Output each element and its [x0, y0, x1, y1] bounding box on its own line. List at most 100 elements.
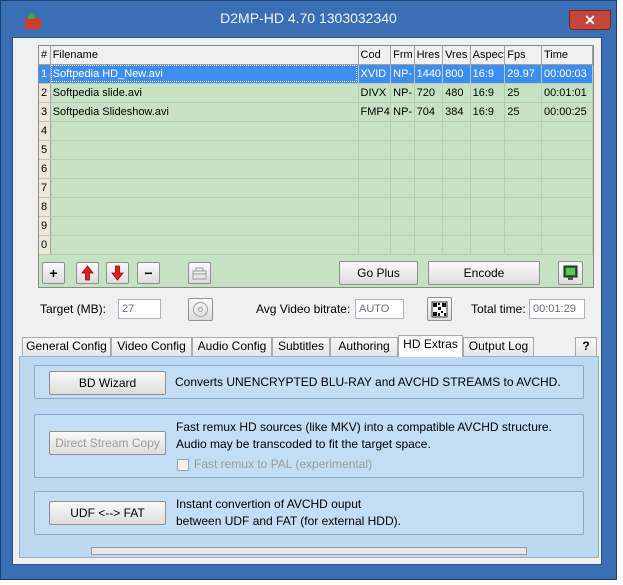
column-header[interactable]: Frm: [390, 46, 415, 65]
table-cell: [470, 159, 506, 179]
direct-stream-copy-button[interactable]: Direct Stream Copy: [49, 431, 166, 455]
table-cell: 00:00:03: [541, 64, 593, 84]
table-cell: [541, 178, 593, 198]
udf-fat-button[interactable]: UDF <--> FAT: [49, 501, 166, 525]
table-cell: 16:9: [470, 102, 506, 122]
table-cell: [390, 216, 415, 236]
table-cell: [442, 216, 471, 236]
table-cell: [390, 178, 415, 198]
table-row[interactable]: 3 Softpedia Slideshow.avi FMP4 NP- 704 384 16:…: [39, 102, 593, 122]
table-cell: [504, 197, 542, 217]
table-row[interactable]: 0: [39, 235, 593, 255]
udf-fat-description-2: between UDF and FAT (for external HDD).: [176, 514, 401, 528]
close-button[interactable]: ✕: [569, 10, 611, 30]
tab-bar: General Config Video Config Audio Config…: [19, 335, 599, 357]
file-list-grid[interactable]: # Filename Cod Frm Hres Vres Aspect Fps …: [38, 45, 594, 288]
tab-authoring[interactable]: Authoring: [330, 337, 398, 356]
table-cell: [470, 235, 506, 255]
row-number-cell: 2: [39, 83, 51, 103]
table-row[interactable]: 9: [39, 216, 593, 236]
disc-button[interactable]: [188, 298, 213, 321]
table-cell: Softpedia HD_New.avi: [50, 64, 359, 84]
table-cell: [50, 121, 359, 141]
table-cell: [414, 140, 444, 160]
arrow-up-icon: [81, 265, 94, 281]
monitor-button[interactable]: [558, 261, 583, 285]
table-row[interactable]: 1 Softpedia HD_New.avi XVID NP- 1440 800 16:9 2…: [39, 64, 593, 84]
encode-button[interactable]: Encode: [428, 261, 540, 285]
move-up-button[interactable]: [76, 262, 99, 284]
column-header[interactable]: Aspect: [470, 46, 506, 65]
file-rows: 1 Softpedia HD_New.avi XVID NP- 1440 800 16:9 2…: [39, 64, 593, 255]
title-bar[interactable]: D2MP-HD 4.70 1303032340 ✕: [1, 1, 616, 35]
target-size-input[interactable]: 27: [118, 299, 161, 319]
table-row[interactable]: 7: [39, 178, 593, 198]
move-down-button[interactable]: [106, 262, 129, 284]
arrow-down-icon: [111, 265, 124, 281]
add-file-button[interactable]: +: [42, 262, 65, 284]
disc-icon: [193, 302, 208, 317]
direct-stream-group: Direct Stream Copy Fast remux HD sources…: [34, 414, 584, 478]
table-cell: [442, 121, 471, 141]
tools-button[interactable]: [188, 262, 211, 284]
tab-video-config[interactable]: Video Config: [111, 337, 192, 356]
table-row[interactable]: 8: [39, 197, 593, 217]
table-cell: 720: [414, 83, 444, 103]
bd-wizard-description: Converts UNENCRYPTED BLU-RAY and AVCHD S…: [175, 375, 561, 389]
table-cell: 25: [504, 102, 542, 122]
column-header[interactable]: #: [39, 46, 51, 65]
table-cell: DIVX: [358, 83, 392, 103]
table-cell: 00:01:01: [541, 83, 593, 103]
table-cell: [414, 197, 444, 217]
tab-subtitles[interactable]: Subtitles: [272, 337, 330, 356]
tab-output-log[interactable]: Output Log: [463, 337, 534, 356]
table-row[interactable]: 6: [39, 159, 593, 179]
table-cell: 704: [414, 102, 444, 122]
table-cell: [390, 140, 415, 160]
column-header[interactable]: Filename: [50, 46, 359, 65]
help-tab[interactable]: ?: [575, 337, 597, 356]
column-header[interactable]: Vres: [442, 46, 471, 65]
bitrate-input[interactable]: AUTO: [355, 299, 404, 319]
table-cell: [390, 121, 415, 141]
tab-audio-config[interactable]: Audio Config: [192, 337, 272, 356]
table-cell: 00:00:25: [541, 102, 593, 122]
pal-remux-checkbox[interactable]: [177, 459, 189, 471]
table-cell: [470, 197, 506, 217]
column-header[interactable]: Time: [541, 46, 593, 65]
table-cell: FMP4: [358, 102, 392, 122]
table-cell: 800: [442, 64, 471, 84]
row-number-cell: 4: [39, 121, 51, 141]
table-cell: [358, 216, 392, 236]
tab-general-config[interactable]: General Config: [22, 337, 111, 356]
table-cell: [390, 159, 415, 179]
column-header[interactable]: Fps: [504, 46, 542, 65]
qr-code-button[interactable]: [427, 297, 452, 321]
table-row[interactable]: 5: [39, 140, 593, 160]
row-number-cell: 8: [39, 197, 51, 217]
table-cell: [50, 159, 359, 179]
tab-hd-extras[interactable]: HD Extras: [398, 335, 463, 357]
column-header[interactable]: Cod: [358, 46, 392, 65]
table-cell: [50, 178, 359, 198]
row-number-cell: 7: [39, 178, 51, 198]
table-cell: [504, 140, 542, 160]
table-cell: [358, 178, 392, 198]
table-cell: 384: [442, 102, 471, 122]
total-time-field: 00:01:29: [529, 299, 585, 319]
go-plus-button[interactable]: Go Plus: [339, 261, 418, 285]
table-row[interactable]: 4: [39, 121, 593, 141]
table-row[interactable]: 2 Softpedia slide.avi DIVX NP- 720 480 16:9 25 0…: [39, 83, 593, 103]
udf-fat-group: UDF <--> FAT Instant convertion of AVCHD…: [34, 491, 584, 535]
progress-bar: [91, 547, 527, 555]
window-title: D2MP-HD 4.70 1303032340: [220, 10, 397, 26]
table-cell: [541, 216, 593, 236]
row-number-cell: 1: [39, 64, 51, 84]
table-cell: 16:9: [470, 64, 506, 84]
table-cell: [50, 235, 359, 255]
column-header[interactable]: Hres: [414, 46, 444, 65]
remove-file-button[interactable]: −: [137, 262, 160, 284]
table-cell: Softpedia slide.avi: [50, 83, 359, 103]
bd-wizard-button[interactable]: BD Wizard: [49, 371, 166, 395]
table-cell: [470, 140, 506, 160]
